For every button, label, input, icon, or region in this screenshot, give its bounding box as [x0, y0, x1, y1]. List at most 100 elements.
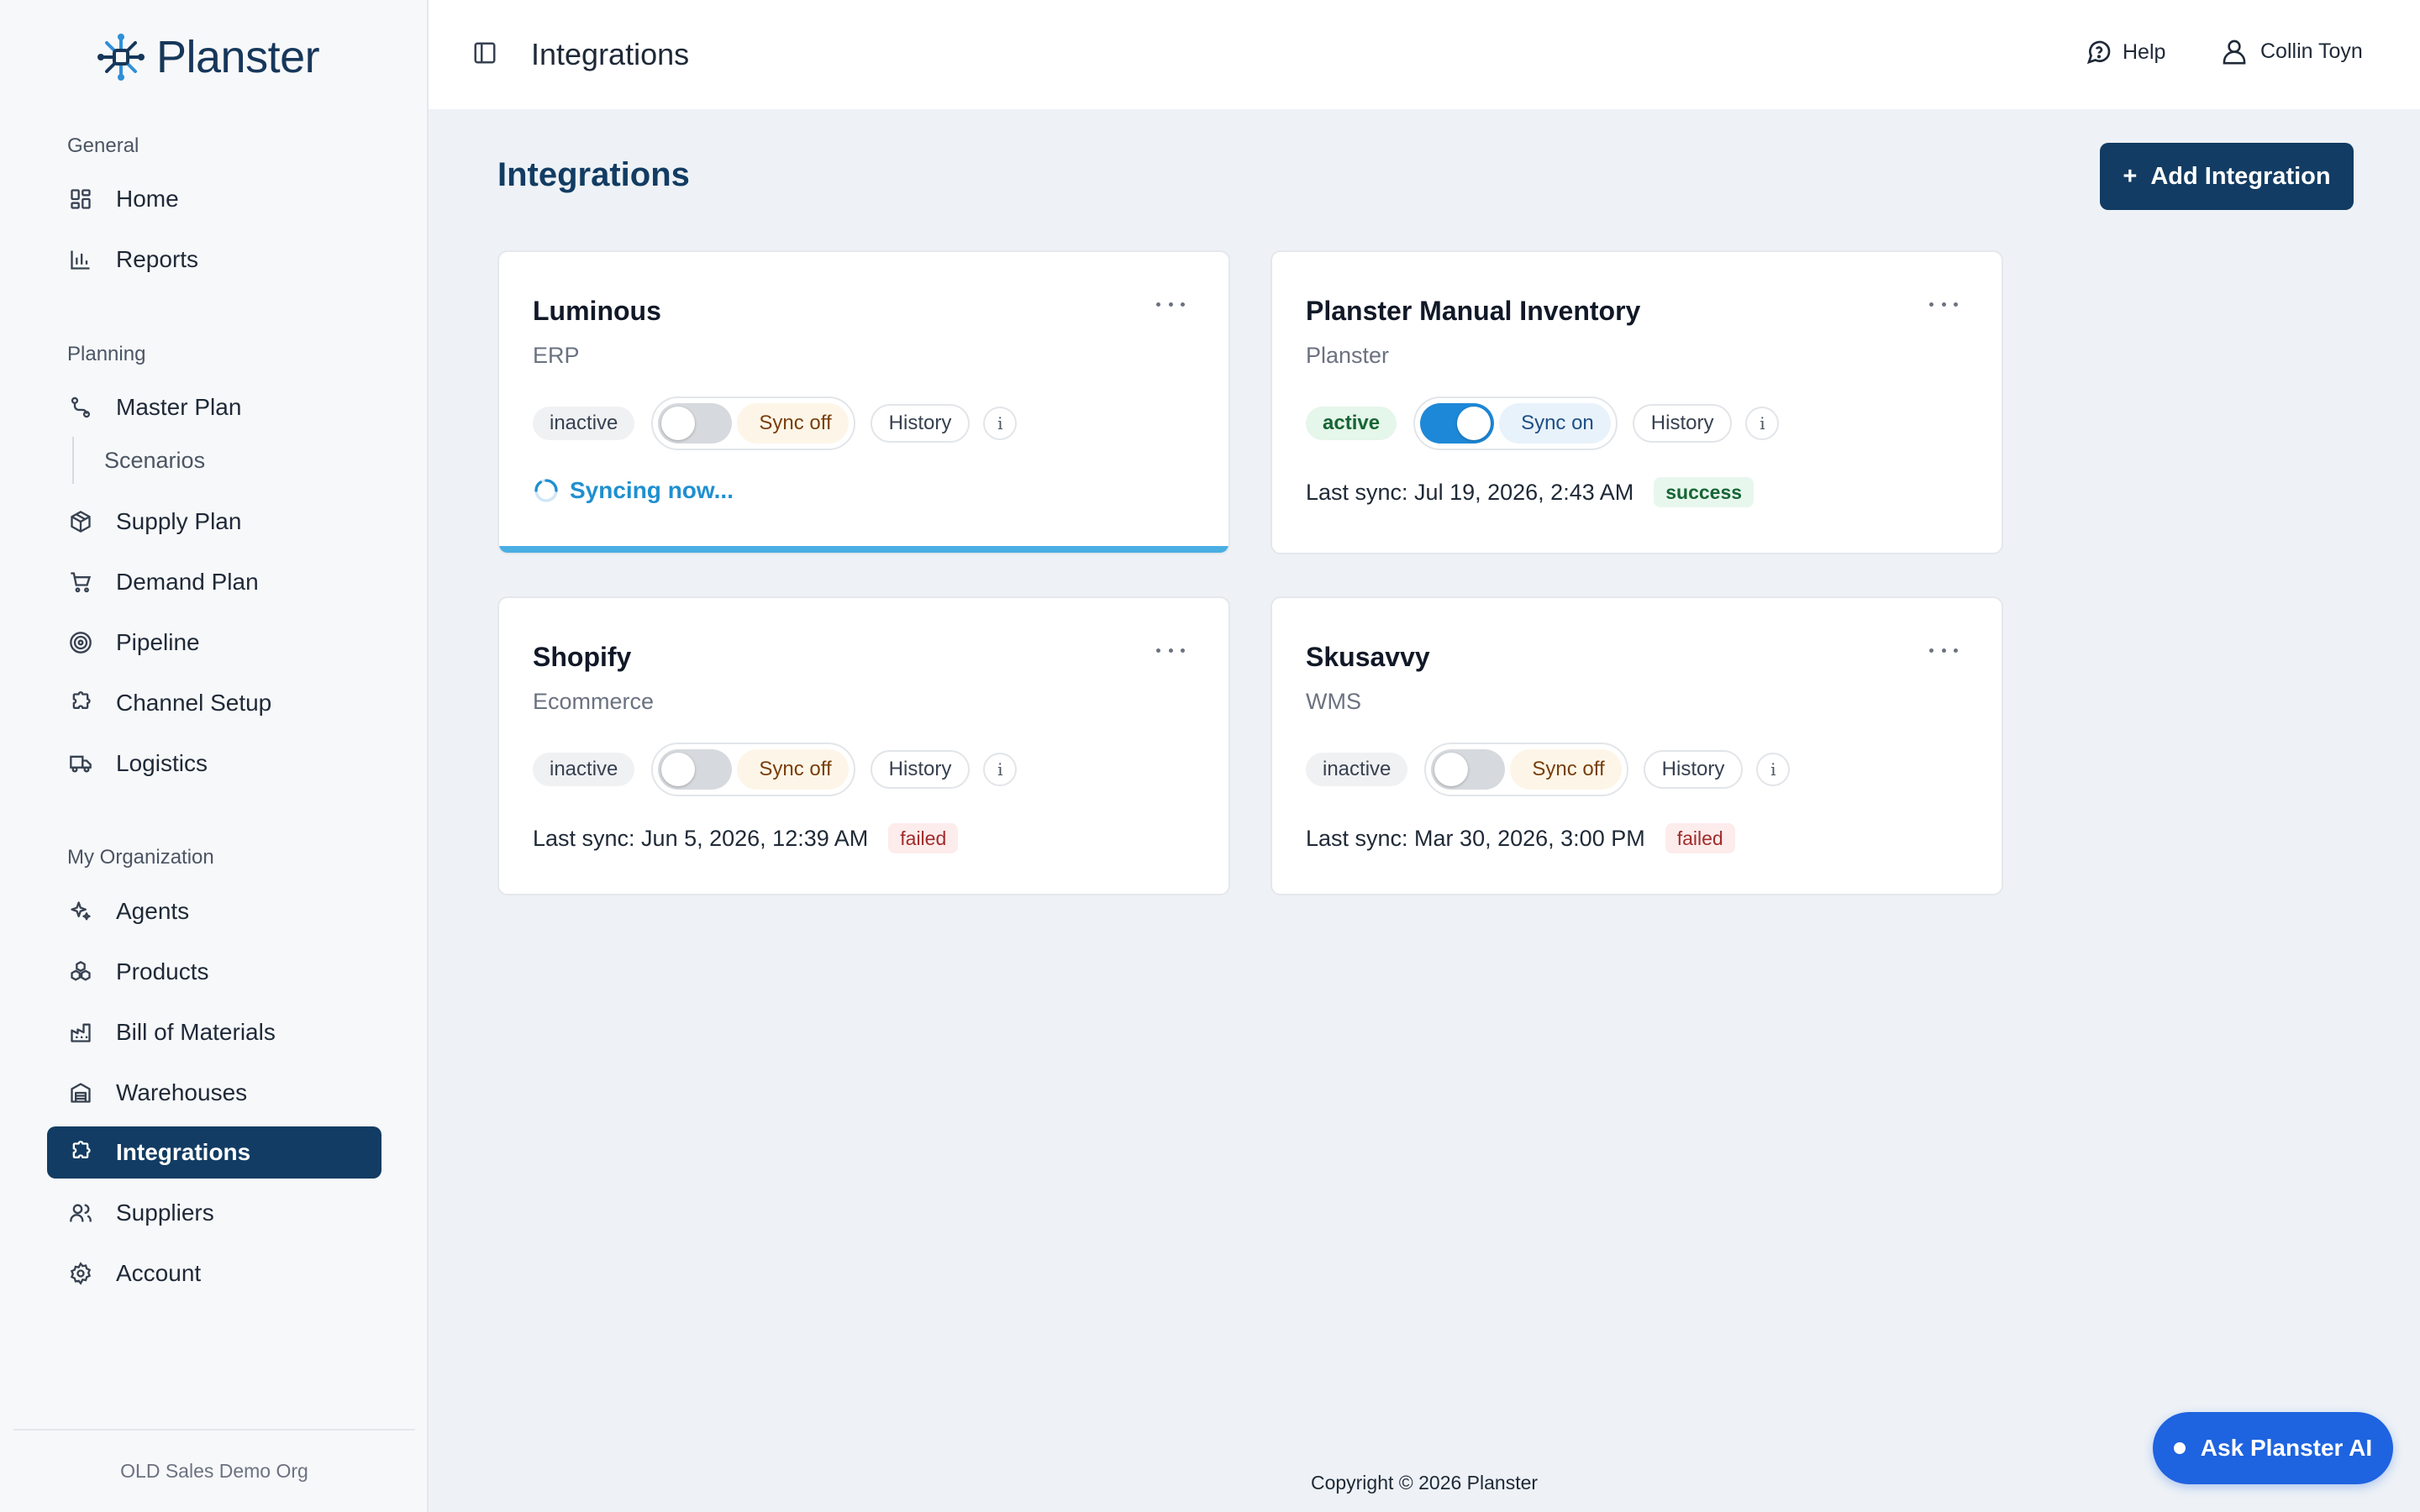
organization-name[interactable]: OLD Sales Demo Org [0, 1460, 429, 1483]
cart-icon [67, 569, 94, 596]
sync-toggle[interactable]: Sync on [1413, 396, 1618, 450]
toggle-switch[interactable] [658, 749, 733, 790]
sidebar-item-home[interactable]: Home [47, 173, 381, 225]
top-header: Integrations Help Collin Toyn [429, 0, 2420, 109]
info-icon[interactable]: i [1745, 407, 1780, 440]
syncing-text: Syncing now... [570, 477, 734, 503]
warehouse-icon [67, 1079, 94, 1106]
sync-progress-bar [499, 546, 1228, 553]
info-icon[interactable]: i [983, 407, 1018, 440]
sidebar-item-products[interactable]: Products [47, 946, 381, 998]
last-sync-row: Last sync: Jul 19, 2026, 2:43 AM success [1306, 477, 1754, 507]
ask-planster-ai-button[interactable]: Ask Planster AI [2153, 1412, 2393, 1484]
sidebar-item-label: Bill of Materials [116, 1019, 276, 1045]
integration-controls: inactive Sync off History i [533, 396, 1018, 450]
user-menu-button[interactable]: Collin Toyn [2220, 37, 2363, 66]
last-sync-row: Last sync: Jun 5, 2026, 12:39 AM failed [533, 823, 959, 853]
sidebar-item-label: Logistics [116, 750, 208, 776]
puzzle-icon [67, 1139, 94, 1166]
nav-section-general: General [67, 134, 139, 157]
footer-copyright: Copyright © 2026 Planster [1310, 1472, 1539, 1494]
more-options-icon[interactable] [1156, 296, 1185, 312]
add-integration-label: Add Integration [2150, 162, 2331, 190]
sync-label: Sync on [1499, 403, 1611, 444]
nav-section-planning: Planning [67, 343, 146, 365]
last-sync-text: Last sync: Mar 30, 2026, 3:00 PM [1306, 825, 1645, 851]
history-button[interactable]: History [870, 404, 971, 443]
sidebar-item-demand-plan[interactable]: Demand Plan [47, 556, 381, 608]
sidebar-item-suppliers[interactable]: Suppliers [47, 1187, 381, 1239]
puzzle-icon [67, 690, 94, 717]
planster-logo[interactable]: Planster [96, 30, 320, 84]
sidebar-subitem-scenarios[interactable]: Scenarios [72, 437, 324, 484]
syncing-indicator: Syncing now... [533, 477, 734, 504]
last-sync-text: Last sync: Jul 19, 2026, 2:43 AM [1306, 479, 1634, 505]
sync-toggle[interactable]: Sync off [651, 743, 855, 796]
sidebar-item-integrations[interactable]: Integrations [47, 1126, 381, 1179]
help-button[interactable]: Help [2086, 39, 2165, 66]
info-icon[interactable]: i [1756, 753, 1791, 786]
info-icon[interactable]: i [983, 753, 1018, 786]
add-integration-button[interactable]: + Add Integration [2100, 143, 2354, 210]
sidebar-item-channel-setup[interactable]: Channel Setup [47, 677, 381, 729]
toggle-switch[interactable] [658, 403, 733, 444]
sidebar-item-logistics[interactable]: Logistics [47, 738, 381, 790]
target-icon [67, 629, 94, 656]
sidebar-item-master-plan[interactable]: Master Plan [47, 381, 381, 433]
sidebar-item-label: Channel Setup [116, 690, 272, 716]
sidebar-item-label: Account [116, 1260, 202, 1286]
status-badge: inactive [1306, 753, 1408, 786]
nav-section-my-organization: My Organization [67, 846, 214, 869]
integration-card-shopify: Shopify Ecommerce inactive Sync off Hist… [497, 596, 1230, 895]
status-badge: active [1306, 407, 1397, 440]
sidebar-item-account[interactable]: Account [47, 1247, 381, 1299]
sidebar-item-label: Products [116, 958, 209, 984]
sidebar-item-label: Supply Plan [116, 508, 242, 534]
integration-type: Ecommerce [533, 689, 655, 714]
integration-name: Luminous [533, 296, 661, 326]
toggle-switch[interactable] [1431, 749, 1506, 790]
history-button[interactable]: History [1643, 750, 1744, 789]
sidebar-item-label: Demand Plan [116, 569, 259, 595]
sidebar-item-supply-plan[interactable]: Supply Plan [47, 496, 381, 548]
status-badge: inactive [533, 753, 635, 786]
users-icon [67, 1200, 94, 1226]
more-options-icon[interactable] [1929, 642, 1958, 659]
more-options-icon[interactable] [1156, 642, 1185, 659]
more-options-icon[interactable] [1929, 296, 1958, 312]
gear-icon [67, 1260, 94, 1287]
help-label: Help [2123, 39, 2166, 64]
history-button[interactable]: History [870, 750, 971, 789]
page-title: Integrations [497, 156, 690, 193]
sidebar-item-reports[interactable]: Reports [47, 234, 381, 286]
sidebar-divider [13, 1429, 415, 1431]
sidebar-item-warehouses[interactable]: Warehouses [47, 1067, 381, 1119]
sync-result-badge: success [1654, 477, 1754, 507]
last-sync-text: Last sync: Jun 5, 2026, 12:39 AM [533, 825, 869, 851]
history-button[interactable]: History [1632, 404, 1733, 443]
sidebar-item-label: Warehouses [116, 1079, 248, 1105]
integration-name: Skusavvy [1306, 642, 1430, 672]
toggle-switch[interactable] [1420, 403, 1495, 444]
grid-icon [67, 186, 94, 213]
help-icon [2086, 39, 2112, 66]
integration-card-skusavvy: Skusavvy WMS inactive Sync off History i… [1270, 596, 2003, 895]
sidebar-item-label: Pipeline [116, 629, 200, 655]
sidebar-item-bill-of-materials[interactable]: Bill of Materials [47, 1006, 381, 1058]
integration-type: Planster [1306, 343, 1390, 368]
sidebar-toggle-icon[interactable] [472, 40, 501, 69]
sidebar-item-agents[interactable]: Agents [47, 885, 381, 937]
integration-card-planster-manual-inventory: Planster Manual Inventory Planster activ… [1270, 250, 2003, 554]
sidebar-item-pipeline[interactable]: Pipeline [47, 617, 381, 669]
sidebar-item-label: Home [116, 186, 179, 212]
sidebar-item-label: Master Plan [116, 394, 242, 420]
sidebar-item-label: Reports [116, 246, 199, 272]
sync-toggle[interactable]: Sync off [1424, 743, 1628, 796]
sync-label: Sync off [737, 749, 849, 790]
status-badge: inactive [533, 407, 635, 440]
factory-icon [67, 1019, 94, 1046]
sync-toggle[interactable]: Sync off [651, 396, 855, 450]
sync-result-badge: failed [1665, 823, 1735, 853]
integration-controls: active Sync on History i [1306, 396, 1780, 450]
package-icon [67, 508, 94, 535]
